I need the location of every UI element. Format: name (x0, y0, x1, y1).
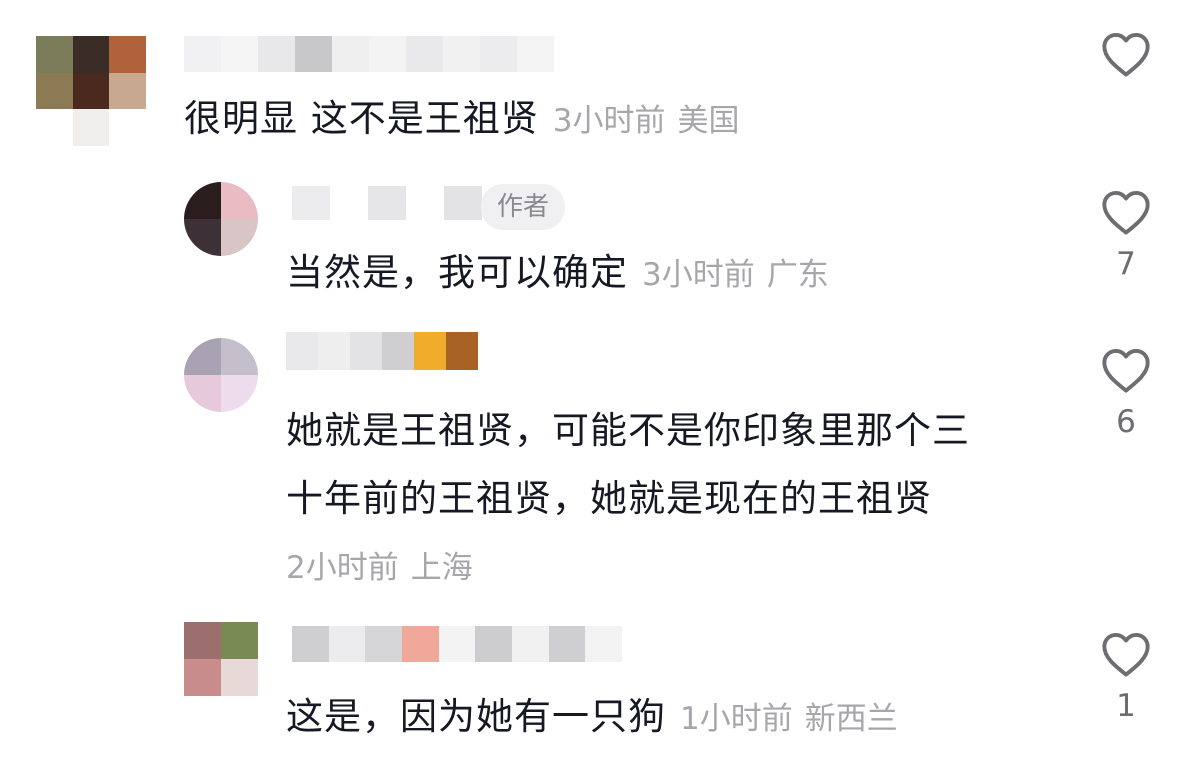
comment-body-line: 她就是王祖贤，可能不是你印象里那个三 (286, 409, 970, 452)
comment-text: 当然是，我可以确定 3小时前 广东 (286, 242, 829, 306)
comment-body: 当然是，我可以确定 (286, 251, 628, 294)
heart-outline-icon (1102, 32, 1150, 77)
author-badge: 作者 (481, 184, 566, 230)
comment-meta: 2小时前 上海 (286, 542, 473, 587)
avatar[interactable] (184, 622, 258, 696)
reply-item[interactable]: 作者 当然是，我可以确定 3小时前 广东 7 (0, 160, 1200, 310)
like-button[interactable]: 7 (1096, 188, 1156, 284)
comment-text: 很明显 这不是王祖贤 3小时前 美国 (184, 88, 740, 152)
like-count: 1 (1116, 688, 1136, 724)
reply-item[interactable]: 她就是王祖贤，可能不是你印象里那个三 十年前的王祖贤，她就是现在的王祖贤 2小时… (0, 310, 1200, 600)
reply-item[interactable]: 这是，因为她有一只狗 1小时前 新西兰 1 (0, 600, 1200, 772)
comment-location: 新西兰 (804, 701, 898, 737)
comment-time: 2小时前 (286, 550, 399, 586)
username-blurred[interactable] (292, 186, 482, 220)
username-blurred[interactable] (286, 332, 478, 370)
username-blurred[interactable] (292, 626, 622, 662)
comment-body: 这是，因为她有一只狗 (286, 695, 666, 738)
like-count: 7 (1116, 246, 1136, 282)
comment-time: 3小时前 (642, 257, 755, 293)
comment-item[interactable]: 很明显 这不是王祖贤 3小时前 美国 (0, 0, 1200, 160)
avatar[interactable] (36, 36, 146, 146)
like-button[interactable] (1096, 30, 1156, 86)
heart-outline-icon (1102, 632, 1150, 677)
like-button[interactable]: 1 (1096, 630, 1156, 726)
comment-text: 她就是王祖贤，可能不是你印象里那个三 十年前的王祖贤，她就是现在的王祖贤 (286, 400, 970, 530)
comment-time: 3小时前 (552, 103, 666, 139)
like-count: 6 (1116, 404, 1136, 440)
comment-location: 美国 (677, 103, 740, 139)
comment-location: 广东 (766, 257, 829, 293)
avatar[interactable] (184, 182, 258, 256)
comment-body: 很明显 这不是王祖贤 (184, 97, 539, 140)
comment-time: 1小时前 (680, 701, 793, 737)
username-blurred[interactable] (184, 36, 554, 72)
comment-location: 上海 (410, 550, 473, 586)
like-button[interactable]: 6 (1096, 346, 1156, 442)
comment-body-line: 十年前的王祖贤，她就是现在的王祖贤 (286, 477, 932, 520)
heart-outline-icon (1102, 190, 1150, 235)
heart-outline-icon (1102, 348, 1150, 393)
comment-text: 这是，因为她有一只狗 1小时前 新西兰 (286, 686, 898, 750)
avatar[interactable] (184, 338, 258, 412)
